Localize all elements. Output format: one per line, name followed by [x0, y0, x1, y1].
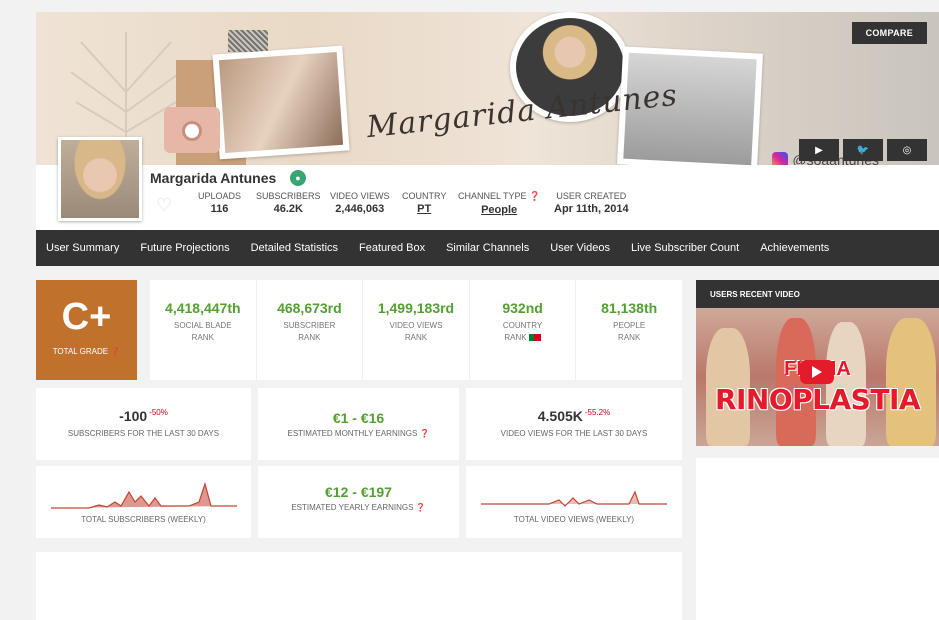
stat-value: 116	[210, 203, 229, 215]
main-content: C+ TOTAL GRADE ❓ 4,418,447th SOCIAL BLAD…	[36, 266, 682, 620]
help-icon[interactable]: ❓	[416, 503, 426, 512]
nav-live-subscriber-count[interactable]: Live Subscriber Count	[631, 242, 739, 254]
stat-uploads: UPLOADS 116	[198, 191, 241, 215]
rank-label: VIDEO VIEWS RANK	[389, 321, 443, 342]
play-icon[interactable]	[800, 360, 834, 384]
sidebar-blank-area	[696, 458, 939, 620]
rank-video-views: 1,499,183rd VIDEO VIEWS RANK	[363, 280, 470, 380]
rank-value: 932nd	[502, 300, 543, 316]
rank-subscriber: 468,673rd SUBSCRIBER RANK	[257, 280, 364, 380]
instagram-icon[interactable]: ◎	[887, 139, 927, 161]
rank-country: 932nd COUNTRY RANK	[470, 280, 577, 380]
help-icon[interactable]: ❓	[110, 347, 120, 356]
card-video-views-weekly: TOTAL VIDEO VIEWS (WEEKLY)	[466, 466, 682, 538]
banner-photo-1	[212, 45, 350, 160]
nav-featured-box[interactable]: Featured Box	[359, 242, 425, 254]
stat-label: COUNTRY	[402, 191, 447, 201]
card-value: 4.505K	[537, 408, 583, 424]
compare-button[interactable]: COMPARE	[851, 22, 927, 44]
recent-video-thumbnail[interactable]: FIZ MA RINOPLASTIA	[696, 308, 939, 446]
card-value: €1 - €16	[332, 410, 385, 426]
recent-video-header: USERS RECENT VIDEO	[696, 280, 939, 308]
total-grade: C+ TOTAL GRADE ❓	[36, 280, 137, 380]
twitter-icon[interactable]: 🐦	[843, 139, 883, 161]
channel-type-link[interactable]: People	[458, 204, 540, 216]
card-value: €12 - €197	[325, 484, 392, 500]
stat-value: 46.2K	[273, 203, 303, 215]
stat-label: UPLOADS	[198, 191, 242, 201]
card-label: TOTAL SUBSCRIBERS (WEEKLY)	[81, 515, 206, 524]
card-label: VIDEO VIEWS FOR THE LAST 30 DAYS	[500, 429, 648, 438]
stat-subscribers: SUBSCRIBERS 46.2K	[256, 191, 321, 215]
grade-label: TOTAL GRADE ❓	[52, 347, 121, 356]
nav-bar: User Summary Future Projections Detailed…	[36, 230, 939, 266]
social-buttons: ▶ 🐦 ◎	[799, 139, 927, 161]
rank-social-blade: 4,418,447th SOCIAL BLADE RANK	[150, 280, 257, 380]
country-link[interactable]: PT	[402, 203, 446, 215]
grade-value: C+	[61, 296, 112, 338]
nav-user-videos[interactable]: User Videos	[550, 242, 610, 254]
card-value: -100	[119, 408, 148, 424]
tape-decoration	[228, 30, 268, 52]
stat-label: VIDEO VIEWS	[330, 191, 390, 201]
rank-label: SOCIAL BLADE RANK	[174, 321, 232, 342]
card-label: SUBSCRIBERS FOR THE LAST 30 DAYS	[67, 429, 220, 438]
stat-channel-type: CHANNEL TYPE ❓ People	[458, 191, 540, 216]
rank-people: 81,138th PEOPLE RANK	[576, 280, 682, 380]
card-delta: -50%	[149, 408, 168, 417]
avatar	[58, 137, 142, 221]
rank-label: COUNTRY RANK	[502, 321, 543, 342]
stat-user-created: USER CREATED Apr 11th, 2014	[554, 191, 629, 215]
content-blank-area	[36, 552, 682, 620]
nav-user-summary[interactable]: User Summary	[46, 242, 119, 254]
nav-detailed-statistics[interactable]: Detailed Statistics	[251, 242, 338, 254]
favorite-heart-icon[interactable]: ♡	[156, 195, 172, 216]
channel-name: Margarida Antunes	[150, 170, 277, 186]
stat-video-views: VIDEO VIEWS 2,446,063	[330, 191, 390, 215]
stat-value: Apr 11th, 2014	[554, 203, 629, 215]
stat-label: CHANNEL TYPE ❓	[458, 191, 541, 201]
subscribers-weekly-sparkline	[50, 481, 237, 509]
help-icon[interactable]: ❓	[529, 191, 540, 201]
video-title-main: RINOPLASTIA	[714, 383, 921, 416]
portugal-flag-icon	[528, 334, 541, 342]
card-subscribers-weekly: TOTAL SUBSCRIBERS (WEEKLY)	[36, 466, 251, 538]
page: Margarida Antunes COMPARE @soaantunes ▶ …	[36, 12, 939, 620]
channel-banner: Margarida Antunes COMPARE @soaantunes ▶ …	[36, 12, 939, 165]
instagram-icon	[772, 152, 789, 165]
verified-icon: ●	[290, 170, 306, 186]
stat-label: USER CREATED	[556, 191, 627, 201]
youtube-icon[interactable]: ▶	[799, 139, 839, 161]
video-views-weekly-sparkline	[481, 490, 667, 507]
rank-label: SUBSCRIBER RANK	[283, 321, 336, 342]
stat-country: COUNTRY PT	[402, 191, 446, 215]
stat-label: SUBSCRIBERS	[256, 191, 321, 201]
card-label: TOTAL VIDEO VIEWS (WEEKLY)	[513, 515, 635, 524]
nav-similar-channels[interactable]: Similar Channels	[446, 242, 529, 254]
rank-value: 1,499,183rd	[377, 300, 455, 316]
card-subscribers-30d: -100 -50% SUBSCRIBERS FOR THE LAST 30 DAY…	[36, 388, 251, 460]
card-label: ESTIMATED YEARLY EARNINGS ❓	[291, 503, 426, 512]
card-label: ESTIMATED MONTHLY EARNINGS ❓	[287, 429, 430, 438]
card-video-views-30d: 4.505K -55.2% VIDEO VIEWS FOR THE LAST 30…	[466, 388, 682, 460]
rank-value: 4,418,447th	[165, 300, 241, 316]
card-delta: -55.2%	[584, 408, 611, 417]
camera-icon	[164, 107, 220, 153]
card-monthly-earnings: €1 - €16 ESTIMATED MONTHLY EARNINGS ❓	[258, 388, 459, 460]
nav-future-projections[interactable]: Future Projections	[140, 242, 229, 254]
rank-value: 468,673rd	[277, 300, 342, 316]
stat-value: 2,446,063	[335, 203, 385, 215]
help-icon[interactable]: ❓	[420, 429, 430, 438]
rank-label: PEOPLE RANK	[613, 321, 646, 342]
nav-achievements[interactable]: Achievements	[760, 242, 829, 254]
card-yearly-earnings: €12 - €197 ESTIMATED YEARLY EARNINGS ❓	[258, 466, 459, 538]
ranks-panel: 4,418,447th SOCIAL BLADE RANK 468,673rd S…	[150, 280, 682, 380]
channel-info: ♡ Margarida Antunes ● UPLOADS 116 SUBSCR…	[36, 137, 939, 230]
rank-value: 81,138th	[601, 300, 658, 316]
